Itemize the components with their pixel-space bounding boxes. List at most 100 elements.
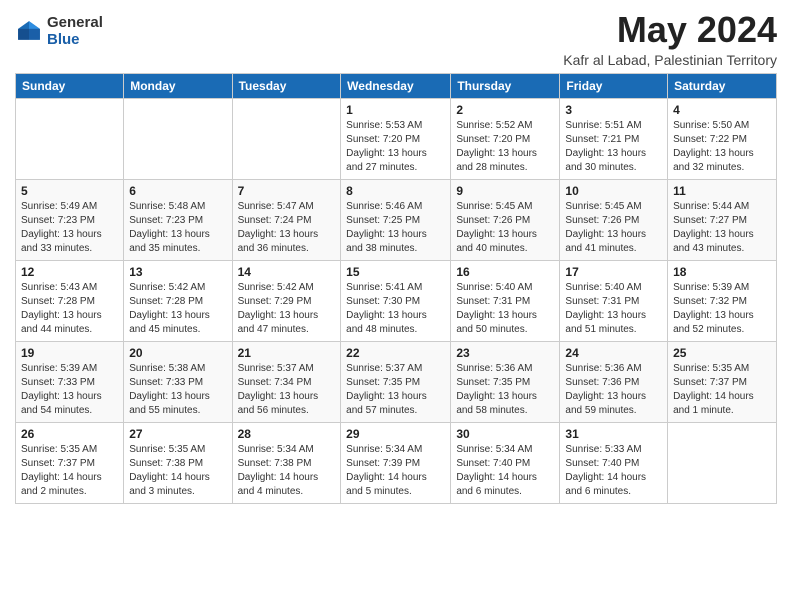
calendar-cell: 29 Sunrise: 5:34 AM Sunset: 7:39 PM Dayli…	[341, 422, 451, 503]
calendar-cell: 5Sunrise: 5:49 AM Sunset: 7:23 PM Daylig…	[16, 179, 124, 260]
day-number: 14	[238, 265, 336, 279]
calendar-table: SundayMondayTuesdayWednesdayThursdayFrid…	[15, 73, 777, 504]
day-info: Sunrise: 5:50 AM Sunset: 7:22 PM Dayligh…	[673, 119, 771, 175]
calendar-cell: 27 Sunrise: 5:35 AM Sunset: 7:38 PM Dayli…	[124, 422, 232, 503]
column-header-wednesday: Wednesday	[341, 73, 451, 98]
day-info: Sunrise: 5:40 AM Sunset: 7:31 PM Dayligh…	[456, 281, 554, 337]
day-info: Sunrise: 5:35 AM Sunset: 7:38 PM Dayligh…	[129, 443, 226, 499]
column-header-tuesday: Tuesday	[232, 73, 341, 98]
calendar-cell: 11Sunrise: 5:44 AM Sunset: 7:27 PM Dayli…	[668, 179, 777, 260]
calendar-week-row: 12Sunrise: 5:43 AM Sunset: 7:28 PM Dayli…	[16, 260, 777, 341]
day-info: Sunrise: 5:39 AM Sunset: 7:33 PM Dayligh…	[21, 362, 118, 418]
month-year-title: May 2024	[563, 10, 777, 50]
day-number: 24	[565, 346, 662, 360]
day-number: 23	[456, 346, 554, 360]
calendar-cell: 10Sunrise: 5:45 AM Sunset: 7:26 PM Dayli…	[560, 179, 668, 260]
calendar-cell: 2Sunrise: 5:52 AM Sunset: 7:20 PM Daylig…	[451, 98, 560, 179]
calendar-cell: 13 Sunrise: 5:42 AM Sunset: 7:28 PM Dayli…	[124, 260, 232, 341]
day-number: 13	[129, 265, 226, 279]
day-info: Sunrise: 5:36 AM Sunset: 7:35 PM Dayligh…	[456, 362, 554, 418]
column-header-thursday: Thursday	[451, 73, 560, 98]
day-number: 28	[238, 427, 336, 441]
day-info: Sunrise: 5:35 AM Sunset: 7:37 PM Dayligh…	[21, 443, 118, 499]
calendar-cell: 30 Sunrise: 5:34 AM Sunset: 7:40 PM Dayli…	[451, 422, 560, 503]
calendar-cell: 28 Sunrise: 5:34 AM Sunset: 7:38 PM Dayli…	[232, 422, 341, 503]
calendar-cell: 17 Sunrise: 5:40 AM Sunset: 7:31 PM Dayli…	[560, 260, 668, 341]
day-info: Sunrise: 5:51 AM Sunset: 7:21 PM Dayligh…	[565, 119, 662, 175]
day-number: 31	[565, 427, 662, 441]
day-number: 21	[238, 346, 336, 360]
day-info: Sunrise: 5:37 AM Sunset: 7:35 PM Dayligh…	[346, 362, 445, 418]
calendar-cell: 15Sunrise: 5:41 AM Sunset: 7:30 PM Dayli…	[341, 260, 451, 341]
day-info: Sunrise: 5:49 AM Sunset: 7:23 PM Dayligh…	[21, 200, 118, 256]
day-number: 7	[238, 184, 336, 198]
day-info: Sunrise: 5:34 AM Sunset: 7:40 PM Dayligh…	[456, 443, 554, 499]
day-number: 18	[673, 265, 771, 279]
calendar-week-row: 19Sunrise: 5:39 AM Sunset: 7:33 PM Dayli…	[16, 341, 777, 422]
day-info: Sunrise: 5:37 AM Sunset: 7:34 PM Dayligh…	[238, 362, 336, 418]
logo-text: General Blue	[47, 15, 103, 48]
calendar-header-row: SundayMondayTuesdayWednesdayThursdayFrid…	[16, 73, 777, 98]
day-number: 25	[673, 346, 771, 360]
day-number: 26	[21, 427, 118, 441]
page-header: General Blue May 2024 Kafr al Labad, Pal…	[15, 10, 777, 68]
day-number: 17	[565, 265, 662, 279]
day-info: Sunrise: 5:53 AM Sunset: 7:20 PM Dayligh…	[346, 119, 445, 175]
day-info: Sunrise: 5:34 AM Sunset: 7:38 PM Dayligh…	[238, 443, 336, 499]
calendar-cell	[232, 98, 341, 179]
column-header-monday: Monday	[124, 73, 232, 98]
logo-icon	[15, 18, 43, 46]
logo: General Blue	[15, 15, 103, 48]
column-header-friday: Friday	[560, 73, 668, 98]
calendar-week-row: 1 Sunrise: 5:53 AM Sunset: 7:20 PM Daylig…	[16, 98, 777, 179]
day-info: Sunrise: 5:40 AM Sunset: 7:31 PM Dayligh…	[565, 281, 662, 337]
calendar-cell: 18 Sunrise: 5:39 AM Sunset: 7:32 PM Dayli…	[668, 260, 777, 341]
calendar-cell: 3 Sunrise: 5:51 AM Sunset: 7:21 PM Daylig…	[560, 98, 668, 179]
day-info: Sunrise: 5:33 AM Sunset: 7:40 PM Dayligh…	[565, 443, 662, 499]
calendar-cell: 25 Sunrise: 5:35 AM Sunset: 7:37 PM Dayli…	[668, 341, 777, 422]
day-number: 20	[129, 346, 226, 360]
calendar-cell: 19Sunrise: 5:39 AM Sunset: 7:33 PM Dayli…	[16, 341, 124, 422]
column-header-saturday: Saturday	[668, 73, 777, 98]
day-number: 27	[129, 427, 226, 441]
calendar-cell	[124, 98, 232, 179]
day-info: Sunrise: 5:42 AM Sunset: 7:29 PM Dayligh…	[238, 281, 336, 337]
day-number: 1	[346, 103, 445, 117]
day-number: 6	[129, 184, 226, 198]
day-info: Sunrise: 5:41 AM Sunset: 7:30 PM Dayligh…	[346, 281, 445, 337]
day-number: 3	[565, 103, 662, 117]
calendar-cell	[668, 422, 777, 503]
day-info: Sunrise: 5:47 AM Sunset: 7:24 PM Dayligh…	[238, 200, 336, 256]
calendar-week-row: 5Sunrise: 5:49 AM Sunset: 7:23 PM Daylig…	[16, 179, 777, 260]
day-info: Sunrise: 5:48 AM Sunset: 7:23 PM Dayligh…	[129, 200, 226, 256]
calendar-cell: 23 Sunrise: 5:36 AM Sunset: 7:35 PM Dayli…	[451, 341, 560, 422]
day-number: 2	[456, 103, 554, 117]
day-info: Sunrise: 5:38 AM Sunset: 7:33 PM Dayligh…	[129, 362, 226, 418]
day-number: 30	[456, 427, 554, 441]
day-info: Sunrise: 5:46 AM Sunset: 7:25 PM Dayligh…	[346, 200, 445, 256]
calendar-cell: 16 Sunrise: 5:40 AM Sunset: 7:31 PM Dayli…	[451, 260, 560, 341]
logo-blue: Blue	[47, 32, 103, 49]
calendar-cell	[16, 98, 124, 179]
column-header-sunday: Sunday	[16, 73, 124, 98]
day-info: Sunrise: 5:42 AM Sunset: 7:28 PM Dayligh…	[129, 281, 226, 337]
calendar-week-row: 26 Sunrise: 5:35 AM Sunset: 7:37 PM Dayli…	[16, 422, 777, 503]
calendar-cell: 21 Sunrise: 5:37 AM Sunset: 7:34 PM Dayli…	[232, 341, 341, 422]
day-number: 10	[565, 184, 662, 198]
day-info: Sunrise: 5:45 AM Sunset: 7:26 PM Dayligh…	[456, 200, 554, 256]
day-info: Sunrise: 5:43 AM Sunset: 7:28 PM Dayligh…	[21, 281, 118, 337]
day-info: Sunrise: 5:39 AM Sunset: 7:32 PM Dayligh…	[673, 281, 771, 337]
calendar-cell: 24Sunrise: 5:36 AM Sunset: 7:36 PM Dayli…	[560, 341, 668, 422]
day-info: Sunrise: 5:34 AM Sunset: 7:39 PM Dayligh…	[346, 443, 445, 499]
calendar-cell: 26 Sunrise: 5:35 AM Sunset: 7:37 PM Dayli…	[16, 422, 124, 503]
calendar-cell: 31 Sunrise: 5:33 AM Sunset: 7:40 PM Dayli…	[560, 422, 668, 503]
day-number: 16	[456, 265, 554, 279]
calendar-cell: 9Sunrise: 5:45 AM Sunset: 7:26 PM Daylig…	[451, 179, 560, 260]
location-subtitle: Kafr al Labad, Palestinian Territory	[563, 52, 777, 68]
day-number: 29	[346, 427, 445, 441]
day-info: Sunrise: 5:35 AM Sunset: 7:37 PM Dayligh…	[673, 362, 771, 418]
calendar-cell: 20 Sunrise: 5:38 AM Sunset: 7:33 PM Dayli…	[124, 341, 232, 422]
calendar-cell: 8Sunrise: 5:46 AM Sunset: 7:25 PM Daylig…	[341, 179, 451, 260]
title-area: May 2024 Kafr al Labad, Palestinian Terr…	[563, 10, 777, 68]
calendar-cell: 4Sunrise: 5:50 AM Sunset: 7:22 PM Daylig…	[668, 98, 777, 179]
